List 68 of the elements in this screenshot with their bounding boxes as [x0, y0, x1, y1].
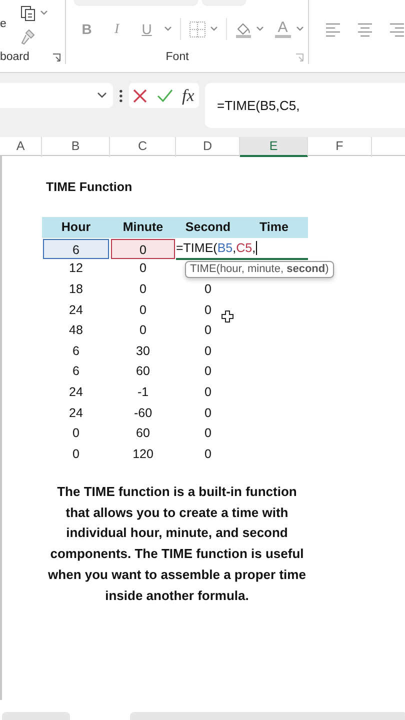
table-cell-text: 0: [72, 425, 80, 442]
table-cell-text: 0: [140, 322, 146, 340]
more-icon[interactable]: [118, 89, 123, 103]
table-cell-text: 48: [69, 322, 83, 340]
fill-color-icon[interactable]: [234, 20, 252, 38]
column-heading: Second: [184, 219, 232, 236]
group-label: Font: [166, 50, 189, 64]
table-cell-text: 0: [72, 446, 80, 463]
table-cell-text: 0: [204, 302, 212, 319]
insert-function-button[interactable]: fx: [182, 82, 194, 108]
column-heading: Time: [258, 219, 290, 236]
sheet-tab-strip: [2, 712, 70, 720]
group-label: board: [0, 50, 30, 64]
scroll-bar[interactable]: [130, 712, 405, 720]
dialog-launcher-icon[interactable]: [52, 52, 61, 62]
caret-icon[interactable]: [256, 26, 264, 32]
table-cell-text: 0: [140, 260, 146, 278]
table-cell-text: 60: [136, 363, 150, 380]
copy-icon[interactable]: [20, 5, 36, 21]
table-cell-text: 12: [69, 260, 83, 278]
ribbon-label: e: [0, 17, 8, 31]
table-cell-text: 0: [204, 322, 212, 340]
table-cell-text: 0: [204, 404, 212, 422]
table-cell-text: 6: [72, 363, 80, 380]
table-cell-text: 0: [204, 384, 212, 402]
sheet-title: TIME Function: [46, 179, 132, 196]
table-cell-text: -1: [137, 384, 149, 402]
description: The TIME function is a built-in function that allows you to create a time with individual hour, minute, and second components. The TIME function is useful when you want to assemble a proper time inside another formula.: [47, 483, 307, 605]
table-cell-text: 6: [72, 342, 80, 360]
table-cell-text: 0: [204, 281, 212, 298]
table-cell-text: 24: [69, 404, 83, 422]
borders-icon[interactable]: [188, 20, 206, 38]
caret-icon[interactable]: [164, 26, 172, 32]
table-cell-text: 0: [204, 446, 212, 463]
table-cell-text: 60: [136, 425, 150, 442]
cell-cursor-icon: [221, 310, 234, 323]
table-cell-text: 0: [204, 363, 212, 380]
enter-check-icon[interactable]: [156, 88, 173, 102]
column-heading: Minute: [122, 219, 164, 236]
table-cell-text: 0: [140, 281, 146, 298]
column-header[interactable]: C: [110, 137, 176, 157]
table-cell-text: 120: [132, 446, 154, 463]
align-left-icon[interactable]: [325, 22, 341, 38]
caret-icon[interactable]: [40, 10, 48, 16]
column-header[interactable]: A: [0, 137, 42, 157]
referenced-cell[interactable]: 0: [111, 238, 175, 259]
table-cell-text: 18: [69, 281, 83, 298]
column-header[interactable]: F: [308, 137, 372, 157]
align-right-icon[interactable]: [389, 22, 405, 38]
table-cell-text: 0: [204, 425, 212, 442]
table-cell-text: 30: [136, 342, 150, 360]
table-cell-text: 24: [69, 302, 83, 319]
column-header[interactable]: B: [42, 137, 110, 157]
cancel-icon[interactable]: [133, 88, 148, 102]
caret-icon[interactable]: [296, 26, 304, 32]
referenced-cell[interactable]: 6: [43, 238, 109, 259]
align-center-icon[interactable]: [357, 22, 373, 38]
column-heading: Hour: [60, 219, 92, 236]
caret-icon[interactable]: [96, 92, 107, 99]
column-header[interactable]: E: [240, 137, 308, 157]
table-cell-text: 0: [204, 342, 212, 360]
caret-icon[interactable]: [210, 26, 218, 32]
table-cell-text: -60: [134, 404, 152, 422]
formula-field[interactable]: =TIME(B5,C5,: [204, 83, 405, 128]
format-painter-icon[interactable]: [20, 29, 36, 45]
table-cell-text: 0: [140, 302, 146, 319]
function-tooltip: TIME(hour, minute, second): [185, 261, 334, 278]
table-cell-text: 24: [69, 384, 83, 402]
